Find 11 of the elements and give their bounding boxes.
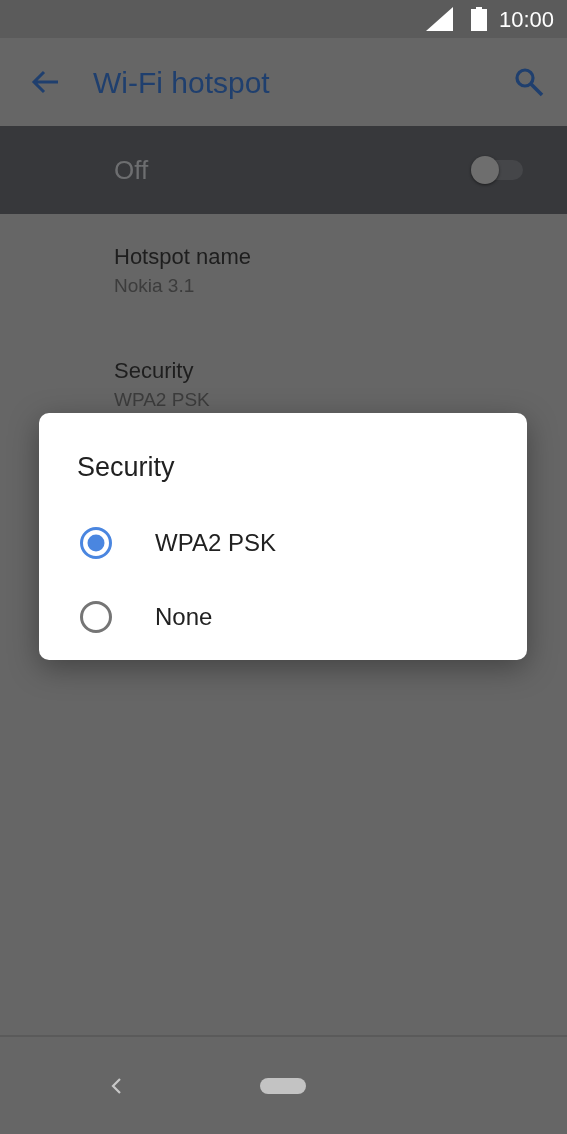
home-button[interactable] <box>260 1077 306 1094</box>
battery-icon <box>470 7 487 31</box>
back-icon[interactable] <box>110 1076 122 1095</box>
clock-time: 10:00 <box>498 5 554 34</box>
back-arrow-icon[interactable] <box>31 70 59 94</box>
dialog-title: Security <box>77 451 175 484</box>
signal-icon <box>425 7 453 31</box>
radio-option[interactable]: None <box>39 579 527 654</box>
screen-title: Wi-Fi hotspot <box>93 64 271 101</box>
radio-option[interactable]: WPA2 PSK <box>39 505 527 580</box>
search-icon[interactable] <box>514 67 544 97</box>
